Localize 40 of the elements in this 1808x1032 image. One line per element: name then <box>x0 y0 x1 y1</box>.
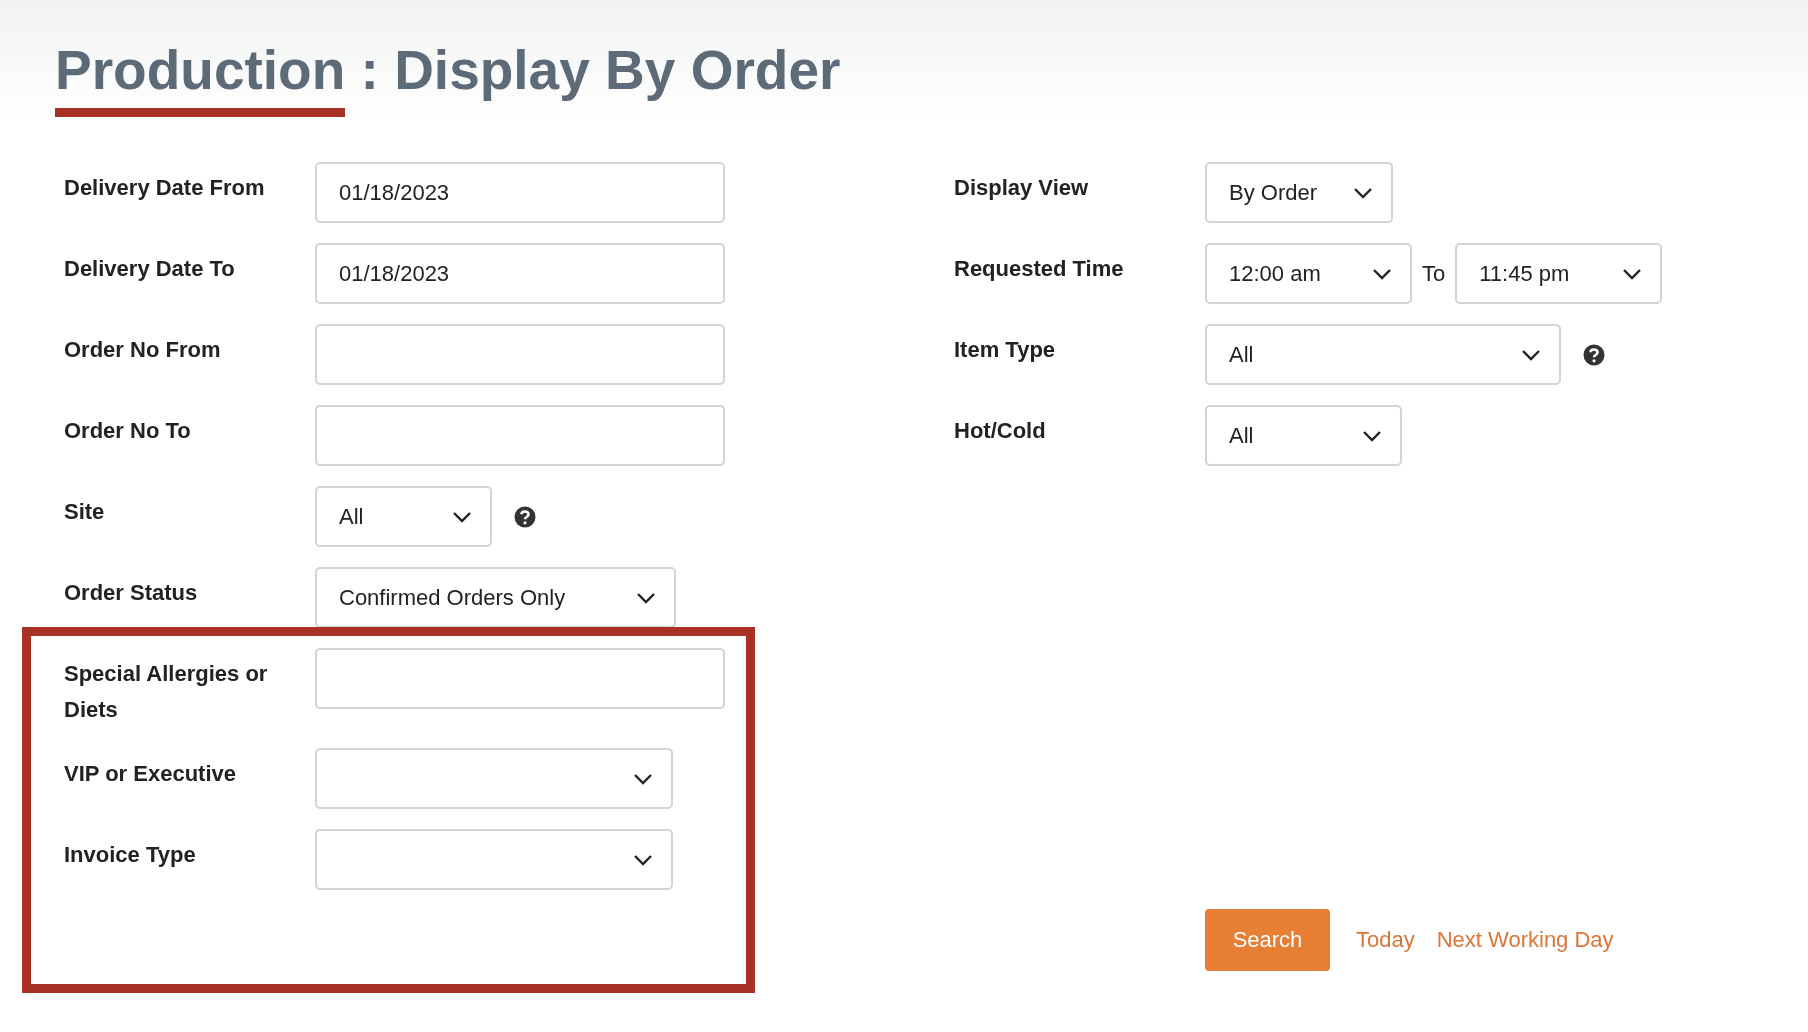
field-label: VIP or Executive <box>64 760 237 788</box>
field-label: Delivery Date From <box>64 174 266 202</box>
dropdown[interactable]: All <box>1205 405 1402 466</box>
field-label: Order No From <box>64 336 222 364</box>
chevron-down-icon <box>1372 267 1392 280</box>
chevron-down-icon <box>633 853 653 866</box>
field-label: Site <box>64 498 106 526</box>
chevron-down-icon <box>633 772 653 785</box>
dropdown[interactable]: By Order <box>1205 162 1393 223</box>
field-label: Order No To <box>64 417 192 445</box>
dropdown[interactable]: 11:45 pm <box>1455 243 1663 304</box>
field-label: Display View <box>954 174 1090 202</box>
field-label: Delivery Date To <box>64 255 236 283</box>
field-label: Requested Time <box>954 255 1125 283</box>
help-icon[interactable] <box>1583 343 1605 366</box>
field-label: Hot/Cold <box>954 417 1047 445</box>
input-field[interactable]: 01/18/2023 <box>315 243 725 304</box>
chevron-down-icon <box>1353 186 1373 199</box>
input-field[interactable] <box>315 405 725 466</box>
dropdown[interactable]: All <box>315 486 492 547</box>
input-field[interactable] <box>315 324 725 385</box>
field-label: Invoice Type <box>64 841 197 869</box>
page-title: Production : Display By Order <box>55 38 1808 117</box>
chevron-down-icon <box>1362 429 1382 442</box>
field-label: Order Status <box>64 579 199 607</box>
field-label: Item Type <box>954 336 1057 364</box>
dropdown[interactable]: 12:00 am <box>1205 243 1412 304</box>
field-label: Special Allergies or Diets <box>64 660 269 724</box>
chevron-down-icon <box>452 510 472 523</box>
dropdown[interactable]: All <box>1205 324 1561 385</box>
dropdown[interactable] <box>315 829 673 890</box>
range-separator: To <box>1421 260 1447 287</box>
help-icon[interactable] <box>514 505 536 528</box>
chevron-down-icon <box>1521 348 1541 361</box>
chevron-down-icon <box>636 591 656 604</box>
dropdown[interactable]: Confirmed Orders Only <box>315 567 676 628</box>
dropdown[interactable] <box>315 748 673 809</box>
input-field[interactable]: 01/18/2023 <box>315 162 725 223</box>
chevron-down-icon <box>1622 267 1643 280</box>
input-field[interactable] <box>315 648 725 709</box>
